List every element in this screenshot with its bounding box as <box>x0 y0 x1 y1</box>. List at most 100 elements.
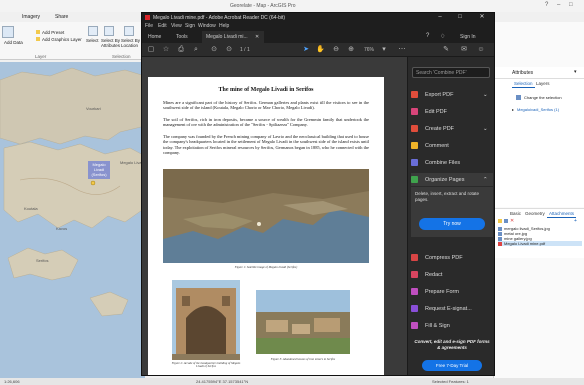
zoom-level[interactable]: 76% <box>364 47 374 53</box>
redact-icon <box>411 271 418 278</box>
menu-view[interactable]: View <box>171 23 182 29</box>
image-file-icon <box>498 226 502 231</box>
prev-page-icon[interactable]: ⊙ <box>210 46 218 54</box>
user-icon[interactable]: ☺ <box>477 46 485 54</box>
minimize-icon[interactable]: – <box>432 13 448 22</box>
tools-search-input[interactable]: Search 'Combine PDF' <box>412 67 490 78</box>
select-by-attributes-button[interactable]: Select By Attributes <box>101 38 121 48</box>
zoom-out-icon[interactable]: ⊖ <box>332 46 340 54</box>
free-trial-button[interactable]: Free 7-Day Trial <box>422 360 482 371</box>
ribbon-tab-imagery[interactable]: Imagery <box>22 14 40 20</box>
add-data-icon[interactable] <box>2 26 14 38</box>
hand-tool-icon[interactable]: ✋ <box>316 46 325 54</box>
tool-label: Combine Files <box>425 159 461 166</box>
zoom-dropdown-icon[interactable]: ▾ <box>380 46 388 54</box>
tool-label: Prepare Form <box>425 288 459 295</box>
attach-folder-icon[interactable] <box>498 219 502 223</box>
print-icon[interactable]: ⎙ <box>177 46 185 54</box>
tool-prepare-form[interactable]: Prepare Form <box>411 285 493 298</box>
tool-label: Compress PDF <box>425 254 463 261</box>
tab-document[interactable]: Megalo Livadi mi... ✕ <box>202 31 264 43</box>
more-tools-icon[interactable]: ⋯ <box>398 46 406 54</box>
select-cursor-icon[interactable]: ➤ <box>302 46 310 54</box>
select-by-location-button[interactable]: Select By Location <box>121 38 143 48</box>
attachments-list: ✕ + mergalo livadi_Serifos.jpg metal ore… <box>494 218 584 258</box>
attach-delete-icon[interactable]: ✕ <box>510 218 514 224</box>
image-file-icon <box>498 231 502 236</box>
help-circle-icon[interactable]: ? <box>426 33 429 39</box>
select-icon[interactable] <box>88 26 98 36</box>
menu-window[interactable]: Window <box>198 23 216 29</box>
tools-pane: Search 'Combine PDF' Export PDF ⌄ Edit P… <box>407 57 494 375</box>
chevron-up-icon[interactable]: ⌃ <box>483 177 488 183</box>
tab-geometry[interactable]: Geometry <box>523 210 547 217</box>
add-preset-button[interactable]: Add Preset <box>42 30 64 35</box>
gis-titlebar: Georelate - Map - ArcGIS Pro ? – □ <box>0 0 584 12</box>
fill-sign-toolbar-icon[interactable]: ✎ <box>442 46 450 54</box>
chevron-down-icon[interactable]: ⌄ <box>483 126 488 132</box>
next-page-icon[interactable]: ⊙ <box>225 46 233 54</box>
tab-basic[interactable]: Basic <box>508 210 523 217</box>
sign-in-button[interactable]: Sign In <box>460 34 476 40</box>
gis-ribbon-tabs: Imagery Share <box>0 12 145 22</box>
ribbon-tab-share[interactable]: Share <box>55 14 68 20</box>
attribute-detail-tabs: Basic Geometry Attachments <box>494 208 584 218</box>
add-graphics-layer-button[interactable]: Add Graphics Layer <box>42 37 82 42</box>
menu-help[interactable]: Help <box>219 23 229 29</box>
menu-sign[interactable]: Sign <box>185 23 195 29</box>
try-now-button[interactable]: Try now <box>419 218 485 230</box>
menu-edit[interactable]: Edit <box>158 23 167 29</box>
comment-icon <box>411 142 418 149</box>
notifications-icon[interactable]: ♢ <box>440 33 445 40</box>
tool-organize-pages[interactable]: Organize Pages ⌃ <box>411 173 493 186</box>
tab-attachments[interactable]: Attachments <box>547 210 577 218</box>
add-data-button[interactable]: Add Data <box>4 40 23 45</box>
attach-add-icon[interactable] <box>504 219 508 223</box>
tab-tools[interactable]: Tools <box>176 34 188 40</box>
bookmark-star-icon[interactable]: ☆ <box>162 46 170 54</box>
document-viewport[interactable]: The mine of Megalo Livadi in Serifos Min… <box>142 57 407 375</box>
tool-compress-pdf[interactable]: Compress PDF <box>411 251 493 264</box>
tool-fill-sign[interactable]: Fill & Sign <box>411 319 493 332</box>
tab-close-icon[interactable]: ✕ <box>255 34 259 40</box>
chevron-down-icon[interactable]: ⌄ <box>483 92 488 98</box>
menu-file[interactable]: File <box>145 23 153 29</box>
select-by-attributes-icon[interactable] <box>104 26 114 36</box>
select-by-location-icon[interactable] <box>124 26 134 36</box>
acrobat-window-title: Megalo Livadi mine.pdf - Adobe Acrobat R… <box>153 15 286 21</box>
search-icon[interactable]: ⌕ <box>192 46 200 54</box>
map-scale[interactable]: 1:26,606 <box>4 379 20 384</box>
minimize-icon[interactable]: – <box>557 2 560 8</box>
help-icon[interactable]: ? <box>545 2 548 8</box>
close-icon[interactable]: ✕ <box>474 13 490 22</box>
attachment-row-selected[interactable]: Megalo Livadi mine.pdf <box>498 241 582 246</box>
tool-create-pdf[interactable]: Create PDF ⌄ <box>411 122 493 135</box>
pane-options-icon[interactable]: ▾ <box>574 69 577 75</box>
change-selection-button[interactable]: Change the selection <box>524 95 562 100</box>
maximize-icon[interactable]: □ <box>569 2 573 8</box>
page-indicator[interactable]: 1 / 1 <box>240 47 250 53</box>
tool-combine-files[interactable]: Combine Files <box>411 156 493 169</box>
island-north <box>0 67 145 145</box>
map-view[interactable]: Vourkari Megalo Livadi (Serifos) Megalo … <box>0 62 145 378</box>
tool-comment[interactable]: Comment <box>411 139 493 152</box>
select-button[interactable]: Select <box>86 38 99 43</box>
maximize-icon[interactable]: □ <box>452 13 468 22</box>
poi-marker[interactable] <box>90 180 96 186</box>
tab-selection[interactable]: Selection <box>512 80 535 88</box>
layer-item[interactable]: Megaloivadi_Serifos (1) <box>517 107 559 112</box>
tool-edit-pdf[interactable]: Edit PDF <box>411 105 493 118</box>
tab-layers[interactable]: Layers <box>534 80 552 87</box>
share-mail-icon[interactable]: ✉ <box>460 46 468 54</box>
tool-label: Create PDF <box>425 125 455 132</box>
gis-window-title: Georelate - Map - ArcGIS Pro <box>230 3 296 9</box>
attach-add-button-icon[interactable]: + <box>574 218 577 224</box>
zoom-in-icon[interactable]: ⊕ <box>347 46 355 54</box>
tool-request-esignatures[interactable]: Request E-signat... <box>411 302 493 315</box>
new-file-icon[interactable]: ▢ <box>147 46 155 54</box>
tool-redact[interactable]: Redact <box>411 268 493 281</box>
tab-home[interactable]: Home <box>148 34 161 40</box>
map-label-koutala: Koutala <box>24 206 38 211</box>
tool-export-pdf[interactable]: Export PDF ⌄ <box>411 88 493 101</box>
tree-expand-icon[interactable]: ▸ <box>512 107 514 112</box>
